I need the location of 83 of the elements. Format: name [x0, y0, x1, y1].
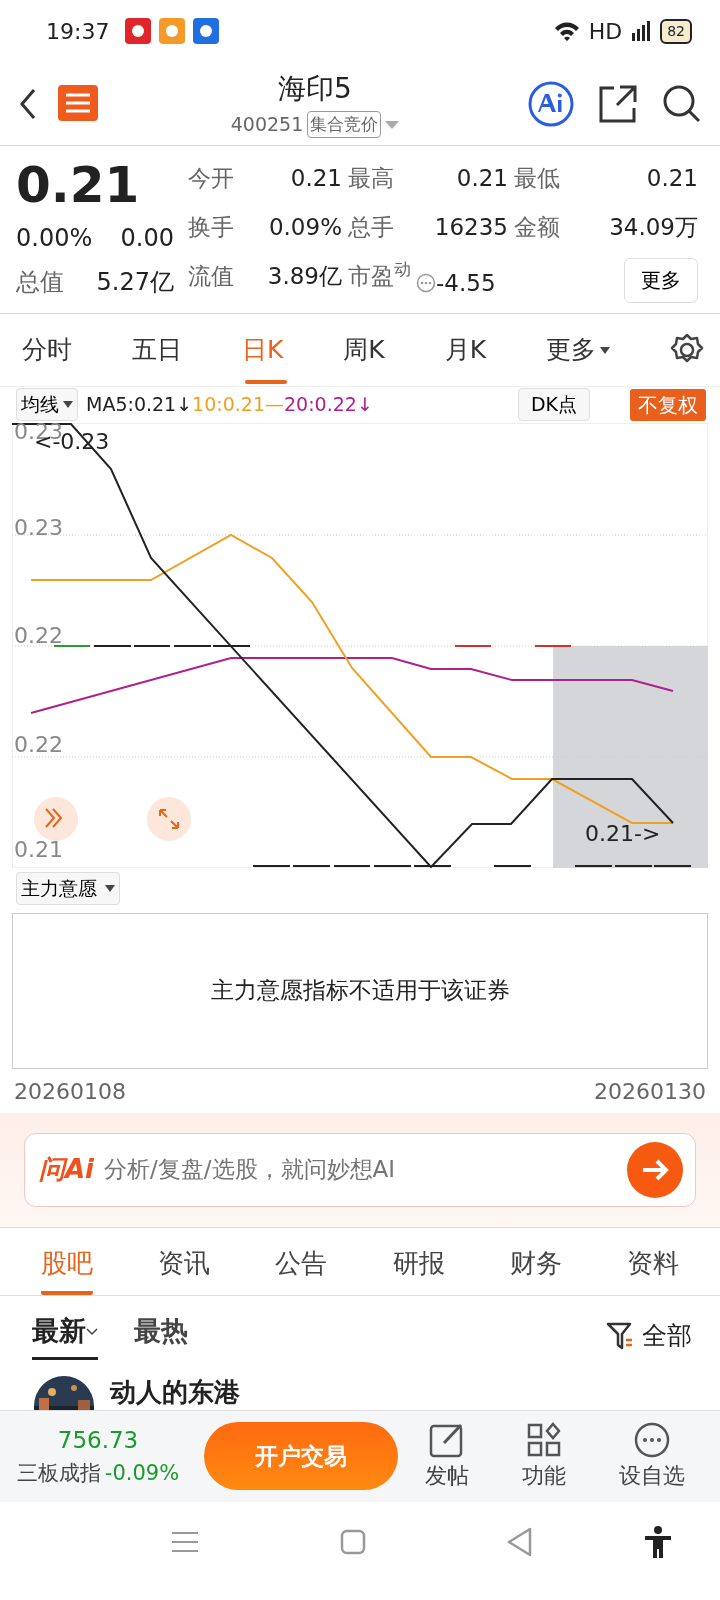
field-label: 总值 — [16, 267, 64, 298]
more-icon — [633, 1420, 672, 1459]
dropdown-icon — [105, 884, 115, 892]
axis-label: 0.22 — [14, 734, 63, 756]
axis-label: 0.23 — [14, 517, 63, 539]
ai-logo: 问Ai — [39, 1153, 95, 1186]
stock-name: 海印5 — [277, 71, 353, 108]
app-icon — [125, 18, 152, 44]
ma-legend: MA5:0.21↓10:0.21—20:0.22↓ — [86, 390, 373, 419]
indicator-select[interactable]: 均线 — [16, 388, 78, 421]
field-value: 0.09% — [267, 214, 342, 242]
index-change: -0.09% — [104, 1460, 180, 1485]
period-tab[interactable]: 五日 — [131, 331, 182, 369]
content-tab[interactable]: 研报 — [392, 1243, 445, 1295]
accessibility-icon[interactable] — [643, 1524, 673, 1559]
change-amount: 0.00 — [120, 223, 174, 254]
period-tab[interactable]: 更多 — [546, 331, 596, 369]
chevron-icon — [86, 1328, 98, 1337]
toolbar-button[interactable]: 发帖 — [424, 1420, 469, 1492]
content-tab[interactable]: 资料 — [627, 1243, 680, 1295]
field-label: 最低 — [514, 166, 561, 193]
field-label: 换手 — [188, 214, 235, 242]
post-author: 动人的东港 — [110, 1377, 240, 1408]
field-label: 最高 — [348, 166, 395, 193]
stock-code: 400251 — [230, 112, 304, 138]
content-tab[interactable]: 财务 — [509, 1243, 562, 1295]
info-icon[interactable] — [416, 273, 436, 294]
back-icon[interactable] — [18, 87, 38, 120]
menu-icon[interactable] — [170, 1529, 200, 1554]
toolbar-button[interactable]: 设自选 — [619, 1420, 686, 1492]
field-label: 市盈$^{动}$ — [348, 263, 411, 289]
field-value: 5.27亿 — [96, 267, 174, 298]
field-value: 0.21 — [289, 166, 342, 193]
date-label: 20260108 — [14, 1077, 126, 1106]
period-tab[interactable]: 周K — [343, 331, 385, 369]
filter-icon[interactable] — [606, 1320, 634, 1351]
field-value: 3.89亿 — [266, 263, 342, 291]
empty-message: 主力意愿指标不适用于该证券 — [210, 976, 510, 1006]
sort-option[interactable]: 最新 — [32, 1310, 98, 1361]
content-tab[interactable]: 公告 — [275, 1243, 328, 1295]
field-value: 0.21 — [645, 166, 698, 193]
filter-label[interactable]: 全部 — [642, 1316, 692, 1355]
network-type: HD — [588, 17, 623, 46]
dropdown-icon — [63, 401, 73, 408]
field-label: 今开 — [188, 166, 235, 193]
content-tab[interactable]: 资讯 — [158, 1243, 210, 1295]
field-value: 16235 — [433, 214, 508, 242]
sort-option[interactable]: 最热 — [134, 1310, 188, 1361]
video-icon — [159, 18, 186, 44]
index-name: 三板成指 — [16, 1460, 101, 1485]
signal-icon — [630, 19, 653, 43]
index-value: 756.73 — [56, 1426, 140, 1455]
ai-search-field[interactable]: 问Ai 分析/复盘/选股，就问妙想AI — [24, 1132, 696, 1207]
field-label: 总手 — [348, 214, 395, 242]
fullscreen-icon[interactable] — [147, 797, 191, 841]
status-time: 19:37 — [46, 17, 110, 46]
ai-assistant-icon[interactable] — [528, 80, 574, 127]
axis-label: 0.21 — [14, 839, 63, 861]
indicator-select[interactable]: 主力意愿 — [16, 872, 120, 905]
search-icon[interactable] — [662, 83, 702, 124]
dk-point-select[interactable]: DK点 — [517, 388, 590, 421]
app-icon — [193, 18, 220, 44]
toolbar-button[interactable]: 功能 — [522, 1420, 566, 1492]
apps-icon — [525, 1420, 563, 1459]
period-tab[interactable]: 月K — [444, 331, 487, 369]
more-button[interactable]: 更多 — [624, 257, 698, 303]
date-label: 20260130 — [594, 1077, 706, 1106]
field-label: 流值 — [188, 263, 235, 291]
last-price: 0.21 — [16, 160, 141, 210]
expand-panel-icon[interactable] — [34, 797, 78, 841]
home-icon[interactable] — [340, 1528, 366, 1555]
field-value: -4.55 — [436, 270, 496, 296]
period-tab[interactable]: 分时 — [22, 331, 72, 369]
battery-level: 82 — [660, 18, 692, 44]
axis-label: 0.22 — [14, 625, 63, 647]
field-value: 0.21 — [455, 166, 508, 193]
dropdown-icon[interactable] — [600, 346, 610, 354]
price-marker: 0.21-> — [585, 823, 661, 845]
change-percent: 0.00% — [16, 223, 93, 254]
field-label: 金额 — [514, 214, 561, 242]
status-tag: 集合竞价 — [307, 110, 382, 139]
field-value: 34.09万 — [608, 214, 698, 242]
share-icon[interactable] — [598, 83, 638, 124]
